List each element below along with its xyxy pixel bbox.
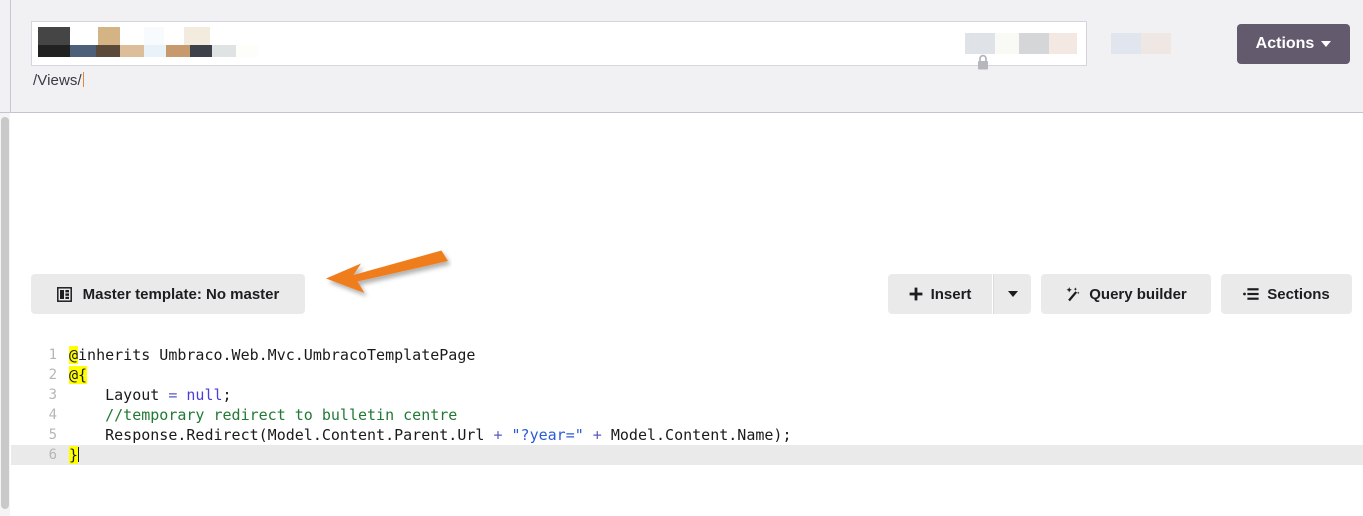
insert-button-label: Insert [931,286,972,303]
code-line[interactable]: 1@inherits Umbraco.Web.Mvc.UmbracoTempla… [11,345,1363,365]
redaction-block [144,45,166,57]
redaction-block [96,45,120,57]
code-token: } [69,446,78,464]
code-token [502,426,511,444]
code-line[interactable]: 6} [11,445,1363,465]
code-token: @{ [69,366,87,384]
line-number: 5 [11,425,69,445]
redaction-block [965,33,995,54]
redaction-block [236,45,258,57]
breadcrumb: /Views/ [33,72,84,94]
template-layout-icon [57,287,72,302]
sections-button[interactable]: Sections [1221,274,1352,314]
query-builder-button[interactable]: Query builder [1041,274,1211,314]
code-token: ; [223,386,232,404]
code-line-text: } [69,445,79,465]
code-token: inherits Umbraco.Web.Mvc.UmbracoTemplate… [78,346,475,364]
template-editor-page: /Views/ Actions Master template: No mast… [0,0,1363,516]
redaction-block [1019,33,1049,54]
redaction-block [1049,33,1077,54]
code-line-text: //temporary redirect to bulletin centre [69,405,457,425]
code-token: "?year=" [512,426,584,444]
actions-button[interactable]: Actions [1237,24,1350,64]
code-token [69,406,105,424]
chevron-down-icon [1008,291,1018,297]
code-token: null [186,386,222,404]
redaction-block [166,45,190,57]
code-token [584,426,593,444]
redaction-block [70,45,96,57]
code-line[interactable]: 2@{ [11,365,1363,385]
sections-button-label: Sections [1267,286,1330,303]
code-token: //temporary redirect to bulletin centre [105,406,457,424]
editor-body: Master template: No master Insert [0,113,1363,516]
redaction-block [190,45,212,57]
redaction-block [164,27,184,45]
lock-icon [976,54,990,71]
query-builder-label: Query builder [1089,286,1187,303]
redaction-block [1111,33,1141,54]
chevron-down-icon [1321,41,1331,47]
insert-button[interactable]: Insert [888,274,992,314]
page-header: /Views/ Actions [0,0,1363,113]
redaction-block [144,27,164,45]
text-cursor [83,72,84,87]
actions-button-label: Actions [1256,35,1315,53]
code-token: + [593,426,602,444]
code-line-text: Response.Redirect(Model.Content.Parent.U… [69,425,791,445]
redaction-block [38,45,70,57]
line-number: 4 [11,405,69,425]
code-line-text: Layout = null; [69,385,232,405]
annotation-arrow-icon [322,247,452,301]
code-line[interactable]: 3 Layout = null; [11,385,1363,405]
line-number: 3 [11,385,69,405]
code-editor[interactable]: 1@inherits Umbraco.Web.Mvc.UmbracoTempla… [11,345,1363,475]
code-line-text: @inherits Umbraco.Web.Mvc.UmbracoTemplat… [69,345,475,365]
redaction-block [995,33,1019,54]
code-token: @ [69,346,78,364]
line-number: 6 [11,445,69,465]
redaction-block [70,27,98,45]
line-number: 2 [11,365,69,385]
magic-wand-icon [1065,286,1081,302]
redaction-block [98,27,120,45]
line-number: 1 [11,345,69,365]
insert-dropdown-button[interactable] [993,274,1031,314]
code-token: Response.Redirect(Model.Content.Parent.U… [69,426,493,444]
master-template-button[interactable]: Master template: No master [31,274,305,314]
plus-icon [909,287,923,301]
list-indent-icon [1243,287,1259,301]
code-token: Model.Content.Name); [602,426,792,444]
redaction-block [212,45,236,57]
template-name-input[interactable] [31,21,1087,66]
breadcrumb-path: /Views/ [33,72,82,89]
code-line[interactable]: 4 //temporary redirect to bulletin centr… [11,405,1363,425]
redaction-block [1141,33,1171,54]
code-token: Layout [69,386,168,404]
header-left-divider [10,0,11,113]
redaction-block [120,27,144,45]
master-template-label: Master template: No master [83,286,280,303]
redaction-block [120,45,144,57]
code-line-text: @{ [69,365,87,385]
text-cursor [78,447,79,462]
redaction-block [184,27,210,45]
redaction-block [38,27,70,45]
code-line[interactable]: 5 Response.Redirect(Model.Content.Parent… [11,425,1363,445]
